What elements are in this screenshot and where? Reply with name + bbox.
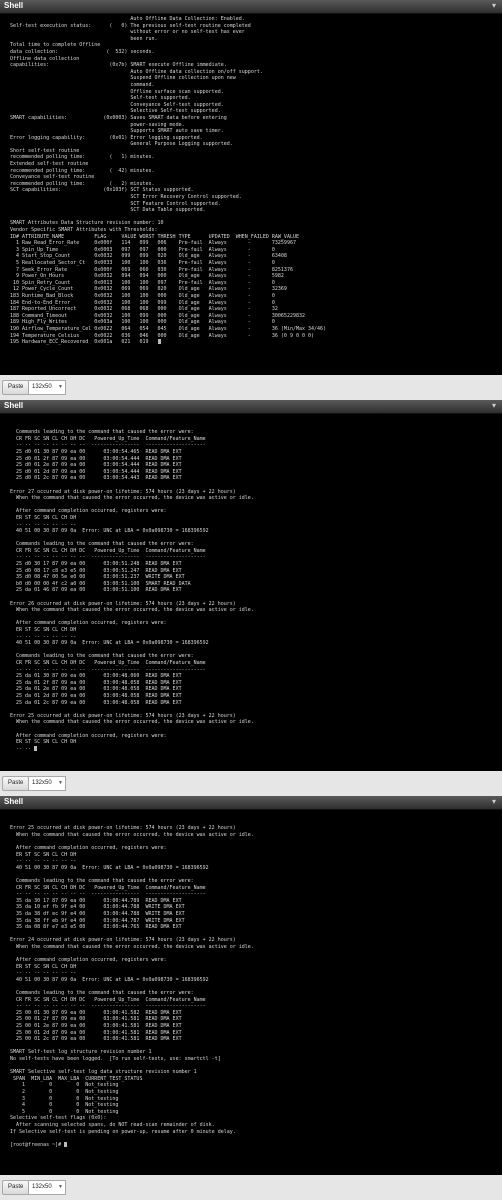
- chevron-down-icon: ▼: [58, 1184, 63, 1190]
- paste-button[interactable]: Paste: [2, 380, 30, 395]
- terminal-cursor: [157, 339, 161, 345]
- terminal-cursor: [34, 745, 38, 751]
- terminal-size-value: 132x50: [32, 780, 52, 786]
- chevron-down-icon: ▼: [58, 780, 63, 786]
- terminal-text: Commands leading to the command that cau…: [10, 429, 254, 752]
- shell-titlebar: Shell ▾: [0, 0, 502, 14]
- shell-titlebar: Shell ▾: [0, 400, 502, 414]
- collapse-icon[interactable]: ▾: [489, 797, 499, 807]
- collapse-icon[interactable]: ▾: [489, 401, 499, 411]
- shell-panel-1: Shell ▾ Auto Offline Data Collection: En…: [0, 0, 502, 400]
- collapse-icon[interactable]: ▾: [489, 1, 499, 11]
- terminal-text: Error 25 occurred at disk power-on lifet…: [10, 825, 254, 1148]
- paste-button[interactable]: Paste: [2, 1180, 30, 1195]
- shell-statusbar: Paste 132x50 ▼: [0, 771, 502, 796]
- shell-statusbar: Paste 132x50 ▼: [0, 375, 502, 400]
- terminal-size-select[interactable]: 132x50 ▼: [28, 776, 66, 791]
- paste-button[interactable]: Paste: [2, 776, 30, 791]
- terminal-size-value: 132x50: [32, 384, 52, 390]
- shell-titlebar: Shell ▾: [0, 796, 502, 810]
- terminal-text: Auto Offline Data Collection: Enabled. S…: [10, 16, 327, 346]
- terminal-output[interactable]: Auto Offline Data Collection: Enabled. S…: [0, 14, 502, 375]
- chevron-down-icon: ▼: [58, 384, 63, 390]
- terminal-output[interactable]: Error 25 occurred at disk power-on lifet…: [0, 810, 502, 1175]
- terminal-size-value: 132x50: [32, 1184, 52, 1190]
- shell-panel-3: Shell ▾ Error 25 occurred at disk power-…: [0, 796, 502, 1200]
- terminal-output[interactable]: Commands leading to the command that cau…: [0, 414, 502, 771]
- shell-title: Shell: [4, 797, 24, 806]
- shell-title: Shell: [4, 401, 24, 410]
- shell-statusbar: Paste 132x50 ▼: [0, 1175, 502, 1200]
- terminal-size-select[interactable]: 132x50 ▼: [28, 1180, 66, 1195]
- shell-panel-2: Shell ▾ Commands leading to the command …: [0, 400, 502, 796]
- terminal-cursor: [64, 1141, 68, 1147]
- shell-title: Shell: [4, 1, 24, 10]
- terminal-size-select[interactable]: 132x50 ▼: [28, 380, 66, 395]
